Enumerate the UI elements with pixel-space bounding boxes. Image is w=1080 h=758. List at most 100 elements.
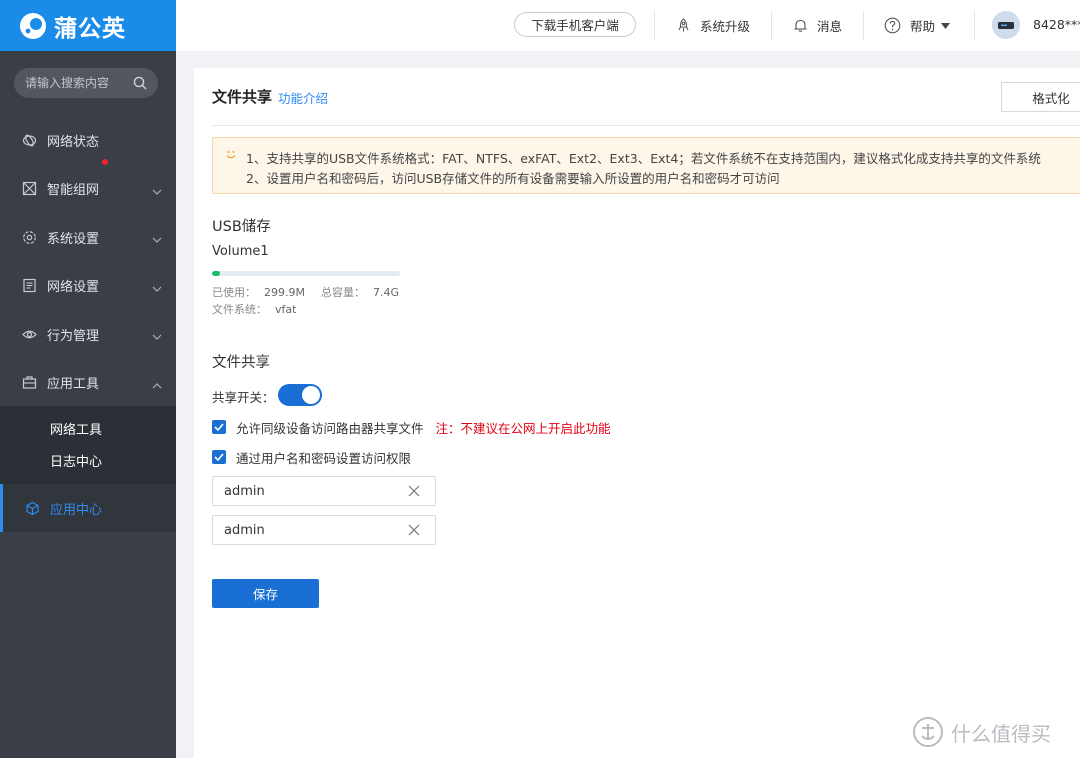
divider <box>974 11 975 40</box>
sidebar-item-network-status[interactable]: 网络状态 <box>0 116 176 165</box>
download-app-button[interactable]: 下载手机客户端 <box>514 12 636 37</box>
gear-icon <box>22 230 37 245</box>
allow-lan-access-checkbox[interactable] <box>212 420 226 434</box>
user-name[interactable]: 8428***** <box>1033 17 1080 32</box>
sidebar-item-label: 智能组网 <box>47 183 100 199</box>
logo[interactable]: 蒲公英 <box>0 0 176 51</box>
document-icon <box>22 278 37 293</box>
messages-button[interactable]: 消息 <box>793 0 842 51</box>
sidebar-item-label: 系统设置 <box>47 231 100 247</box>
divider <box>654 11 655 40</box>
search-icon[interactable] <box>133 76 147 94</box>
caret-down-icon <box>941 22 951 29</box>
help-circle-icon <box>884 17 901 34</box>
sidebar-item-smart-network[interactable]: 智能组网 <box>0 165 176 214</box>
share-toggle-label: 共享开关： <box>212 390 275 405</box>
allow-lan-warning: 注：不建议在公网上开启此功能 <box>435 420 611 436</box>
filesystem-info: 文件系统： vfat <box>212 301 296 317</box>
sidebar-item-system-settings[interactable]: 系统设置 <box>0 213 176 262</box>
eye-icon <box>22 327 37 342</box>
storage-usage-info: 已使用： 299.9M 总容量： 7.4G <box>212 284 399 300</box>
sidebar-search <box>14 68 158 98</box>
chevron-down-icon <box>152 232 162 247</box>
network-icon <box>22 181 37 196</box>
auth-label[interactable]: 通过用户名和密码设置访问权限 <box>236 448 411 467</box>
help-button[interactable]: 帮助 <box>884 0 951 51</box>
router-icon <box>992 11 1020 39</box>
watermark: 什么值得买 <box>912 716 1051 748</box>
sidebar-item-label: 网络设置 <box>47 280 100 296</box>
sidebar-item-label: 应用中心 <box>50 502 103 518</box>
chevron-down-icon <box>152 184 162 199</box>
sidebar-menu: 网络状态 智能组网 系统设置 网络设置 行为管理 应用工具 <box>0 116 176 407</box>
checkmark-icon <box>214 453 224 461</box>
sidebar-submenu: 网络工具 日志中心 <box>0 406 176 484</box>
password-input[interactable] <box>213 517 393 543</box>
help-label: 帮助 <box>910 19 936 34</box>
used-value: 299.9M <box>264 286 305 299</box>
messages-label: 消息 <box>817 19 843 34</box>
sidebar-item-label: 应用工具 <box>47 377 100 393</box>
page-title: 文件共享 <box>212 88 273 106</box>
username-field <box>212 476 436 506</box>
format-button[interactable]: 格式化 <box>1001 82 1080 112</box>
filesystem-label: 文件系统： <box>212 303 267 316</box>
smile-icon <box>225 149 237 165</box>
globe-icon <box>22 133 37 148</box>
chevron-down-icon <box>152 329 162 344</box>
system-upgrade-label: 系统升级 <box>700 19 751 34</box>
sidebar-item-app-center[interactable]: 应用中心 <box>0 484 176 532</box>
auth-checkbox[interactable] <box>212 450 226 464</box>
save-button[interactable]: 保存 <box>212 579 319 608</box>
total-label: 总容量： <box>320 286 365 299</box>
watermark-text: 什么值得买 <box>951 721 1051 746</box>
notice-line: 1、支持共享的USB文件系统格式：FAT、NTFS、exFAT、Ext2、Ext… <box>246 151 1041 166</box>
cube-icon <box>25 501 40 516</box>
notice-box: 1、支持共享的USB文件系统格式：FAT、NTFS、exFAT、Ext2、Ext… <box>212 137 1080 194</box>
rocket-icon <box>678 18 689 32</box>
file-share-title: 文件共享 <box>212 355 270 371</box>
toggle-knob <box>302 386 320 404</box>
logo-text: 蒲公英 <box>54 15 126 42</box>
top-bar: 下载手机客户端 系统升级 消息 帮助 8428***** <box>176 0 1080 51</box>
used-label: 已使用： <box>212 286 256 299</box>
chevron-down-icon <box>152 281 162 296</box>
clear-password-icon[interactable] <box>408 524 420 540</box>
clear-username-icon[interactable] <box>408 485 420 501</box>
sidebar-item-network-settings[interactable]: 网络设置 <box>0 262 176 311</box>
sidebar-item-behavior-management[interactable]: 行为管理 <box>0 310 176 359</box>
header-divider <box>212 125 1080 126</box>
divider <box>863 11 864 40</box>
notice-line: 2、设置用户名和密码后，访问USB存储文件的所有设备需要输入所设置的用户名和密码… <box>246 171 780 186</box>
total-value: 7.4G <box>372 286 400 299</box>
share-toggle[interactable] <box>278 384 322 406</box>
sidebar-subitem-log-center[interactable]: 日志中心 <box>0 444 176 476</box>
password-field <box>212 515 436 545</box>
feature-intro-link[interactable]: 功能介绍 <box>278 88 328 107</box>
usb-storage-title: USB储存 <box>212 219 271 235</box>
usage-bar-fill <box>212 271 220 276</box>
logo-icon <box>18 11 48 41</box>
allow-lan-access-label[interactable]: 允许同级设备访问路由器共享文件 <box>236 418 424 437</box>
divider <box>771 11 772 40</box>
username-input[interactable] <box>213 478 393 504</box>
notification-dot <box>102 159 108 165</box>
sidebar-item-label: 网络状态 <box>47 134 100 150</box>
chevron-up-icon <box>152 378 162 393</box>
sidebar: 蒲公英 网络状态 智能组网 系统设置 <box>0 0 176 758</box>
auth-row: 通过用户名和密码设置访问权限 <box>212 448 411 467</box>
filesystem-value: vfat <box>275 303 297 316</box>
sidebar-subitem-network-tools[interactable]: 网络工具 <box>0 412 176 444</box>
allow-lan-access-row: 允许同级设备访问路由器共享文件 注：不建议在公网上开启此功能 <box>212 418 611 437</box>
main-content: 文件共享 功能介绍 格式化 1、支持共享的USB文件系统格式：FAT、NTFS、… <box>194 68 1080 758</box>
watermark-logo-icon <box>913 717 943 747</box>
system-upgrade-button[interactable]: 系统升级 <box>676 0 750 51</box>
sidebar-item-label: 行为管理 <box>47 328 100 344</box>
bell-icon <box>794 19 807 32</box>
sidebar-item-app-tools[interactable]: 应用工具 <box>0 359 176 408</box>
briefcase-icon <box>22 375 37 390</box>
usage-bar <box>212 271 400 276</box>
checkmark-icon <box>214 423 224 431</box>
search-input[interactable] <box>25 76 131 90</box>
avatar[interactable] <box>992 11 1020 39</box>
